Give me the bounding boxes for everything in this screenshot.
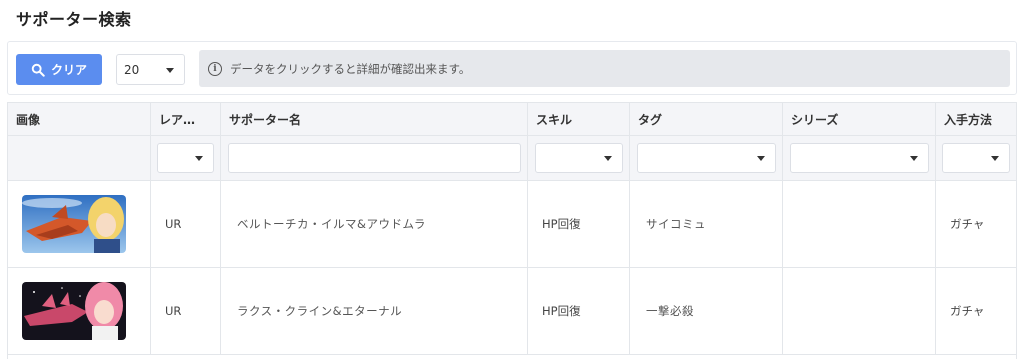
image-cell — [8, 181, 151, 267]
rarity-cell: UR — [151, 181, 221, 267]
page-title: サポーター検索 — [16, 10, 132, 29]
clear-button[interactable]: クリア — [16, 54, 102, 85]
column-header-acquisition[interactable]: 入手方法 — [936, 103, 1016, 135]
chevron-down-icon — [166, 68, 174, 73]
series-filter-select[interactable] — [790, 143, 929, 173]
series-cell — [783, 268, 936, 354]
supporter-thumbnail — [22, 282, 126, 340]
tag-cell: サイコミュ — [630, 181, 783, 267]
skill-filter-select[interactable] — [535, 143, 623, 173]
column-header-series[interactable]: シリーズ — [783, 103, 936, 135]
name-filter-input[interactable] — [228, 143, 521, 173]
column-header-name[interactable]: サポーター名 — [221, 103, 528, 135]
name-cell: ラクス・クライン&エターナル — [221, 268, 528, 354]
skill-cell: HP回復 — [528, 268, 630, 354]
skill-cell: HP回復 — [528, 181, 630, 267]
acquisition-cell: ガチャ — [950, 304, 985, 318]
chevron-down-icon — [991, 156, 999, 161]
tag-filter-select[interactable] — [637, 143, 776, 173]
page-size-value: 20 — [124, 62, 140, 77]
rarity-cell: UR — [151, 268, 221, 354]
table-row[interactable]: UR ベルトーチカ・イルマ&アウドムラ HP回復 サイコミュ ガチャ — [8, 181, 1016, 268]
filter-cell-acquisition — [936, 136, 1016, 180]
info-icon: i — [208, 61, 222, 76]
column-header-image[interactable]: 画像 — [8, 103, 151, 135]
chevron-down-icon — [757, 156, 765, 161]
page-size-select[interactable]: 20 — [116, 54, 185, 85]
filter-cell-name — [221, 136, 528, 180]
filter-cell-tag — [630, 136, 783, 180]
filter-cell-rarity — [151, 136, 221, 180]
toolbar: クリア 20 i データをクリックすると詳細が確認出来ます。 — [7, 41, 1017, 95]
acquisition-filter-select[interactable] — [942, 143, 1010, 173]
chevron-down-icon — [604, 156, 612, 161]
column-header-rarity[interactable]: レア… — [151, 103, 221, 135]
tag-cell: 一撃必殺 — [630, 268, 783, 354]
clear-button-label: クリア — [50, 63, 87, 77]
column-header-skill[interactable]: スキル — [528, 103, 630, 135]
image-cell — [8, 268, 151, 354]
series-cell — [783, 181, 936, 267]
table-row[interactable]: UR ラクス・クライン&エターナル HP回復 一撃必殺 ガチャ — [8, 268, 1016, 355]
filter-cell-skill — [528, 136, 630, 180]
filter-cell-series — [783, 136, 936, 180]
acquisition-cell: ガチャ — [950, 217, 985, 231]
filter-row — [8, 136, 1016, 181]
chevron-down-icon — [910, 156, 918, 161]
column-header-tag[interactable]: タグ — [630, 103, 783, 135]
supporter-thumbnail — [22, 195, 126, 253]
search-icon — [31, 63, 45, 77]
supporter-table: 画像 レア… サポーター名 スキル タグ シリーズ 入手方法 UR ベルトーチカ… — [7, 102, 1017, 359]
info-message: i データをクリックすると詳細が確認出来ます。 — [199, 50, 1010, 87]
table-header: 画像 レア… サポーター名 スキル タグ シリーズ 入手方法 — [8, 103, 1016, 136]
name-cell: ベルトーチカ・イルマ&アウドムラ — [221, 181, 528, 267]
rarity-filter-select[interactable] — [157, 143, 214, 173]
filter-cell-image — [8, 136, 151, 180]
chevron-down-icon — [195, 156, 203, 161]
info-text: データをクリックすると詳細が確認出来ます。 — [230, 61, 471, 76]
